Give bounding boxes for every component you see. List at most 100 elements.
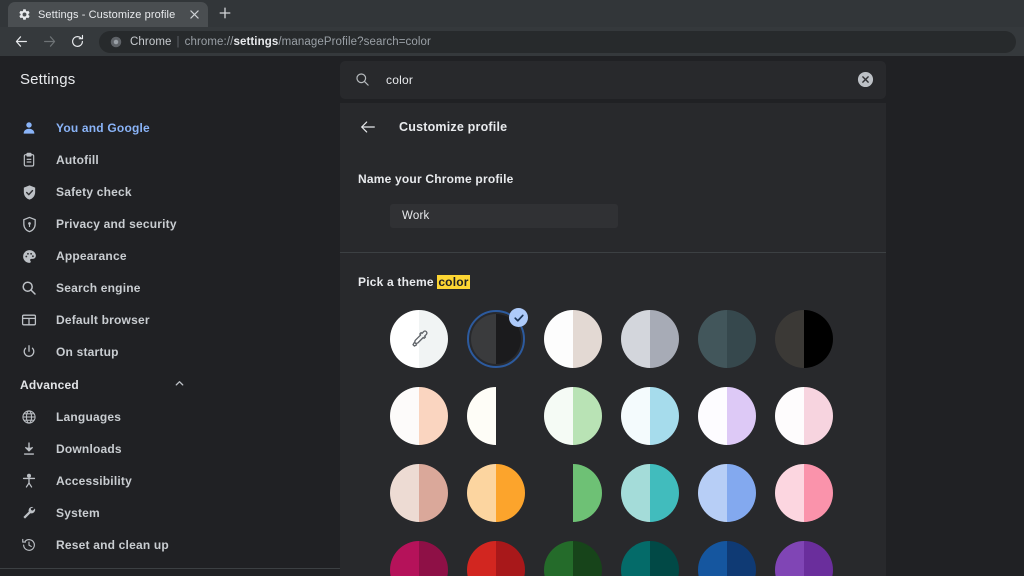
theme-swatch-magenta-dark[interactable]: [390, 541, 448, 576]
sidebar-item-languages[interactable]: Languages: [0, 401, 340, 433]
swatch-half-left: [775, 464, 804, 522]
swatch-half-left: [698, 464, 727, 522]
sidebar-item-privacy-and-security[interactable]: Privacy and security: [0, 208, 340, 240]
theme-swatch-slate-teal[interactable]: [698, 310, 756, 368]
swatch-circle: [698, 387, 756, 445]
swatch-half-left: [467, 464, 496, 522]
back-button[interactable]: [8, 29, 34, 55]
sidebar-item-autofill[interactable]: Autofill: [0, 144, 340, 176]
swatch-half-right: [650, 310, 679, 368]
theme-swatch-light-yellow[interactable]: [467, 387, 525, 445]
sidebar-item-you-and-google[interactable]: You and Google: [0, 112, 340, 144]
theme-swatch-green[interactable]: [544, 464, 602, 522]
clipboard-icon: [20, 151, 38, 169]
theme-swatch-light-pink[interactable]: [775, 387, 833, 445]
sidebar-item-label: Safety check: [56, 185, 132, 199]
clear-search-icon[interactable]: [857, 71, 874, 88]
swatch-half-right: [804, 464, 833, 522]
swatch-half-left: [544, 387, 573, 445]
theme-swatch-red-dark[interactable]: [467, 541, 525, 576]
swatch-half-right: [496, 387, 525, 445]
theme-swatch-pink[interactable]: [775, 464, 833, 522]
sidebar-item-system[interactable]: System: [0, 497, 340, 529]
swatch-circle: [698, 310, 756, 368]
theme-swatch-blue-dark[interactable]: [698, 541, 756, 576]
theme-color-section: Pick a theme color: [340, 253, 886, 576]
sidebar-item-label: On startup: [56, 345, 119, 359]
settings-body: You and Google Autofill Safety check Pri…: [0, 103, 1024, 576]
site-info-icon[interactable]: [109, 35, 122, 48]
swatch-half-right: [573, 464, 602, 522]
download-icon: [20, 440, 38, 458]
swatch-half-right: [573, 541, 602, 576]
search-settings-box[interactable]: color: [340, 60, 886, 99]
sidebar-item-search-engine[interactable]: Search engine: [0, 272, 340, 304]
swatch-half-left: [775, 541, 804, 576]
swatch-half-left: [390, 541, 419, 576]
theme-swatch-orange[interactable]: [467, 464, 525, 522]
swatch-circle: [467, 464, 525, 522]
theme-swatch-cool-grey[interactable]: [621, 310, 679, 368]
sidebar-item-default-browser[interactable]: Default browser: [0, 304, 340, 336]
theme-swatch-teal[interactable]: [621, 464, 679, 522]
swatch-half-right: [804, 541, 833, 576]
close-icon[interactable]: [186, 7, 202, 23]
accessibility-icon: [20, 472, 38, 490]
swatch-half-left: [775, 387, 804, 445]
gear-icon: [18, 8, 31, 21]
theme-swatch-light-green[interactable]: [544, 387, 602, 445]
sidebar-item-label: Reset and clean up: [56, 538, 169, 552]
theme-swatch-light-peach[interactable]: [390, 387, 448, 445]
url-path: /manageProfile?search=color: [278, 35, 431, 48]
address-bar[interactable]: Chrome | chrome://settings/manageProfile?s…: [99, 30, 1016, 53]
sidebar-item-safety-check[interactable]: Safety check: [0, 176, 340, 208]
tab-title: Settings - Customize profile: [38, 8, 176, 21]
sidebar-item-label: Languages: [56, 410, 122, 424]
swatch-half-left: [544, 310, 573, 368]
swatch-circle: [467, 541, 525, 576]
sidebar-item-on-startup[interactable]: On startup: [0, 336, 340, 368]
swatch-circle: [390, 387, 448, 445]
swatch-half-right: [727, 310, 756, 368]
back-arrow-icon[interactable]: [358, 117, 377, 136]
sidebar-item-appearance[interactable]: Appearance: [0, 240, 340, 272]
wrench-icon: [20, 504, 38, 522]
reload-button[interactable]: [64, 29, 90, 55]
shield-icon: [20, 215, 38, 233]
shield-check-icon: [20, 183, 38, 201]
swatch-circle: [775, 387, 833, 445]
profile-name-input[interactable]: Work: [390, 204, 618, 228]
card-title: Customize profile: [399, 119, 508, 134]
theme-swatch-default-dark[interactable]: [467, 308, 528, 368]
swatch-half-left: [775, 310, 804, 368]
theme-swatch-rose-beige[interactable]: [390, 464, 448, 522]
swatch-half-right: [419, 541, 448, 576]
theme-swatch-light-cyan[interactable]: [621, 387, 679, 445]
swatch-half-right: [650, 387, 679, 445]
swatch-half-right: [727, 387, 756, 445]
sidebar-item-accessibility[interactable]: Accessibility: [0, 465, 340, 497]
theme-swatch-custom-color-picker[interactable]: [390, 310, 448, 368]
sidebar-item-label: Downloads: [56, 442, 122, 456]
theme-swatch-warm-grey[interactable]: [544, 310, 602, 368]
restore-icon: [20, 536, 38, 554]
theme-swatch-green-dark[interactable]: [544, 541, 602, 576]
theme-swatch-blue[interactable]: [698, 464, 756, 522]
theme-swatch-black-white[interactable]: [775, 310, 833, 368]
address-bar-text: Chrome | chrome://settings/manageProfile?s…: [130, 36, 431, 48]
sidebar-advanced-toggle[interactable]: Advanced: [0, 368, 340, 401]
browser-window-icon: [20, 311, 38, 329]
theme-swatch-light-lavender[interactable]: [698, 387, 756, 445]
swatch-half-right: [727, 541, 756, 576]
new-tab-button[interactable]: [212, 0, 238, 26]
browser-tab[interactable]: Settings - Customize profile: [8, 2, 208, 27]
search-input[interactable]: color: [386, 73, 841, 87]
sidebar-item-reset-and-clean-up[interactable]: Reset and clean up: [0, 529, 340, 561]
swatch-circle: [775, 541, 833, 576]
swatch-half-right: [573, 310, 602, 368]
sidebar-item-downloads[interactable]: Downloads: [0, 433, 340, 465]
swatch-half-right: [419, 464, 448, 522]
sidebar-item-label: You and Google: [56, 121, 150, 135]
theme-swatch-teal-dark[interactable]: [621, 541, 679, 576]
theme-swatch-purple-dark[interactable]: [775, 541, 833, 576]
